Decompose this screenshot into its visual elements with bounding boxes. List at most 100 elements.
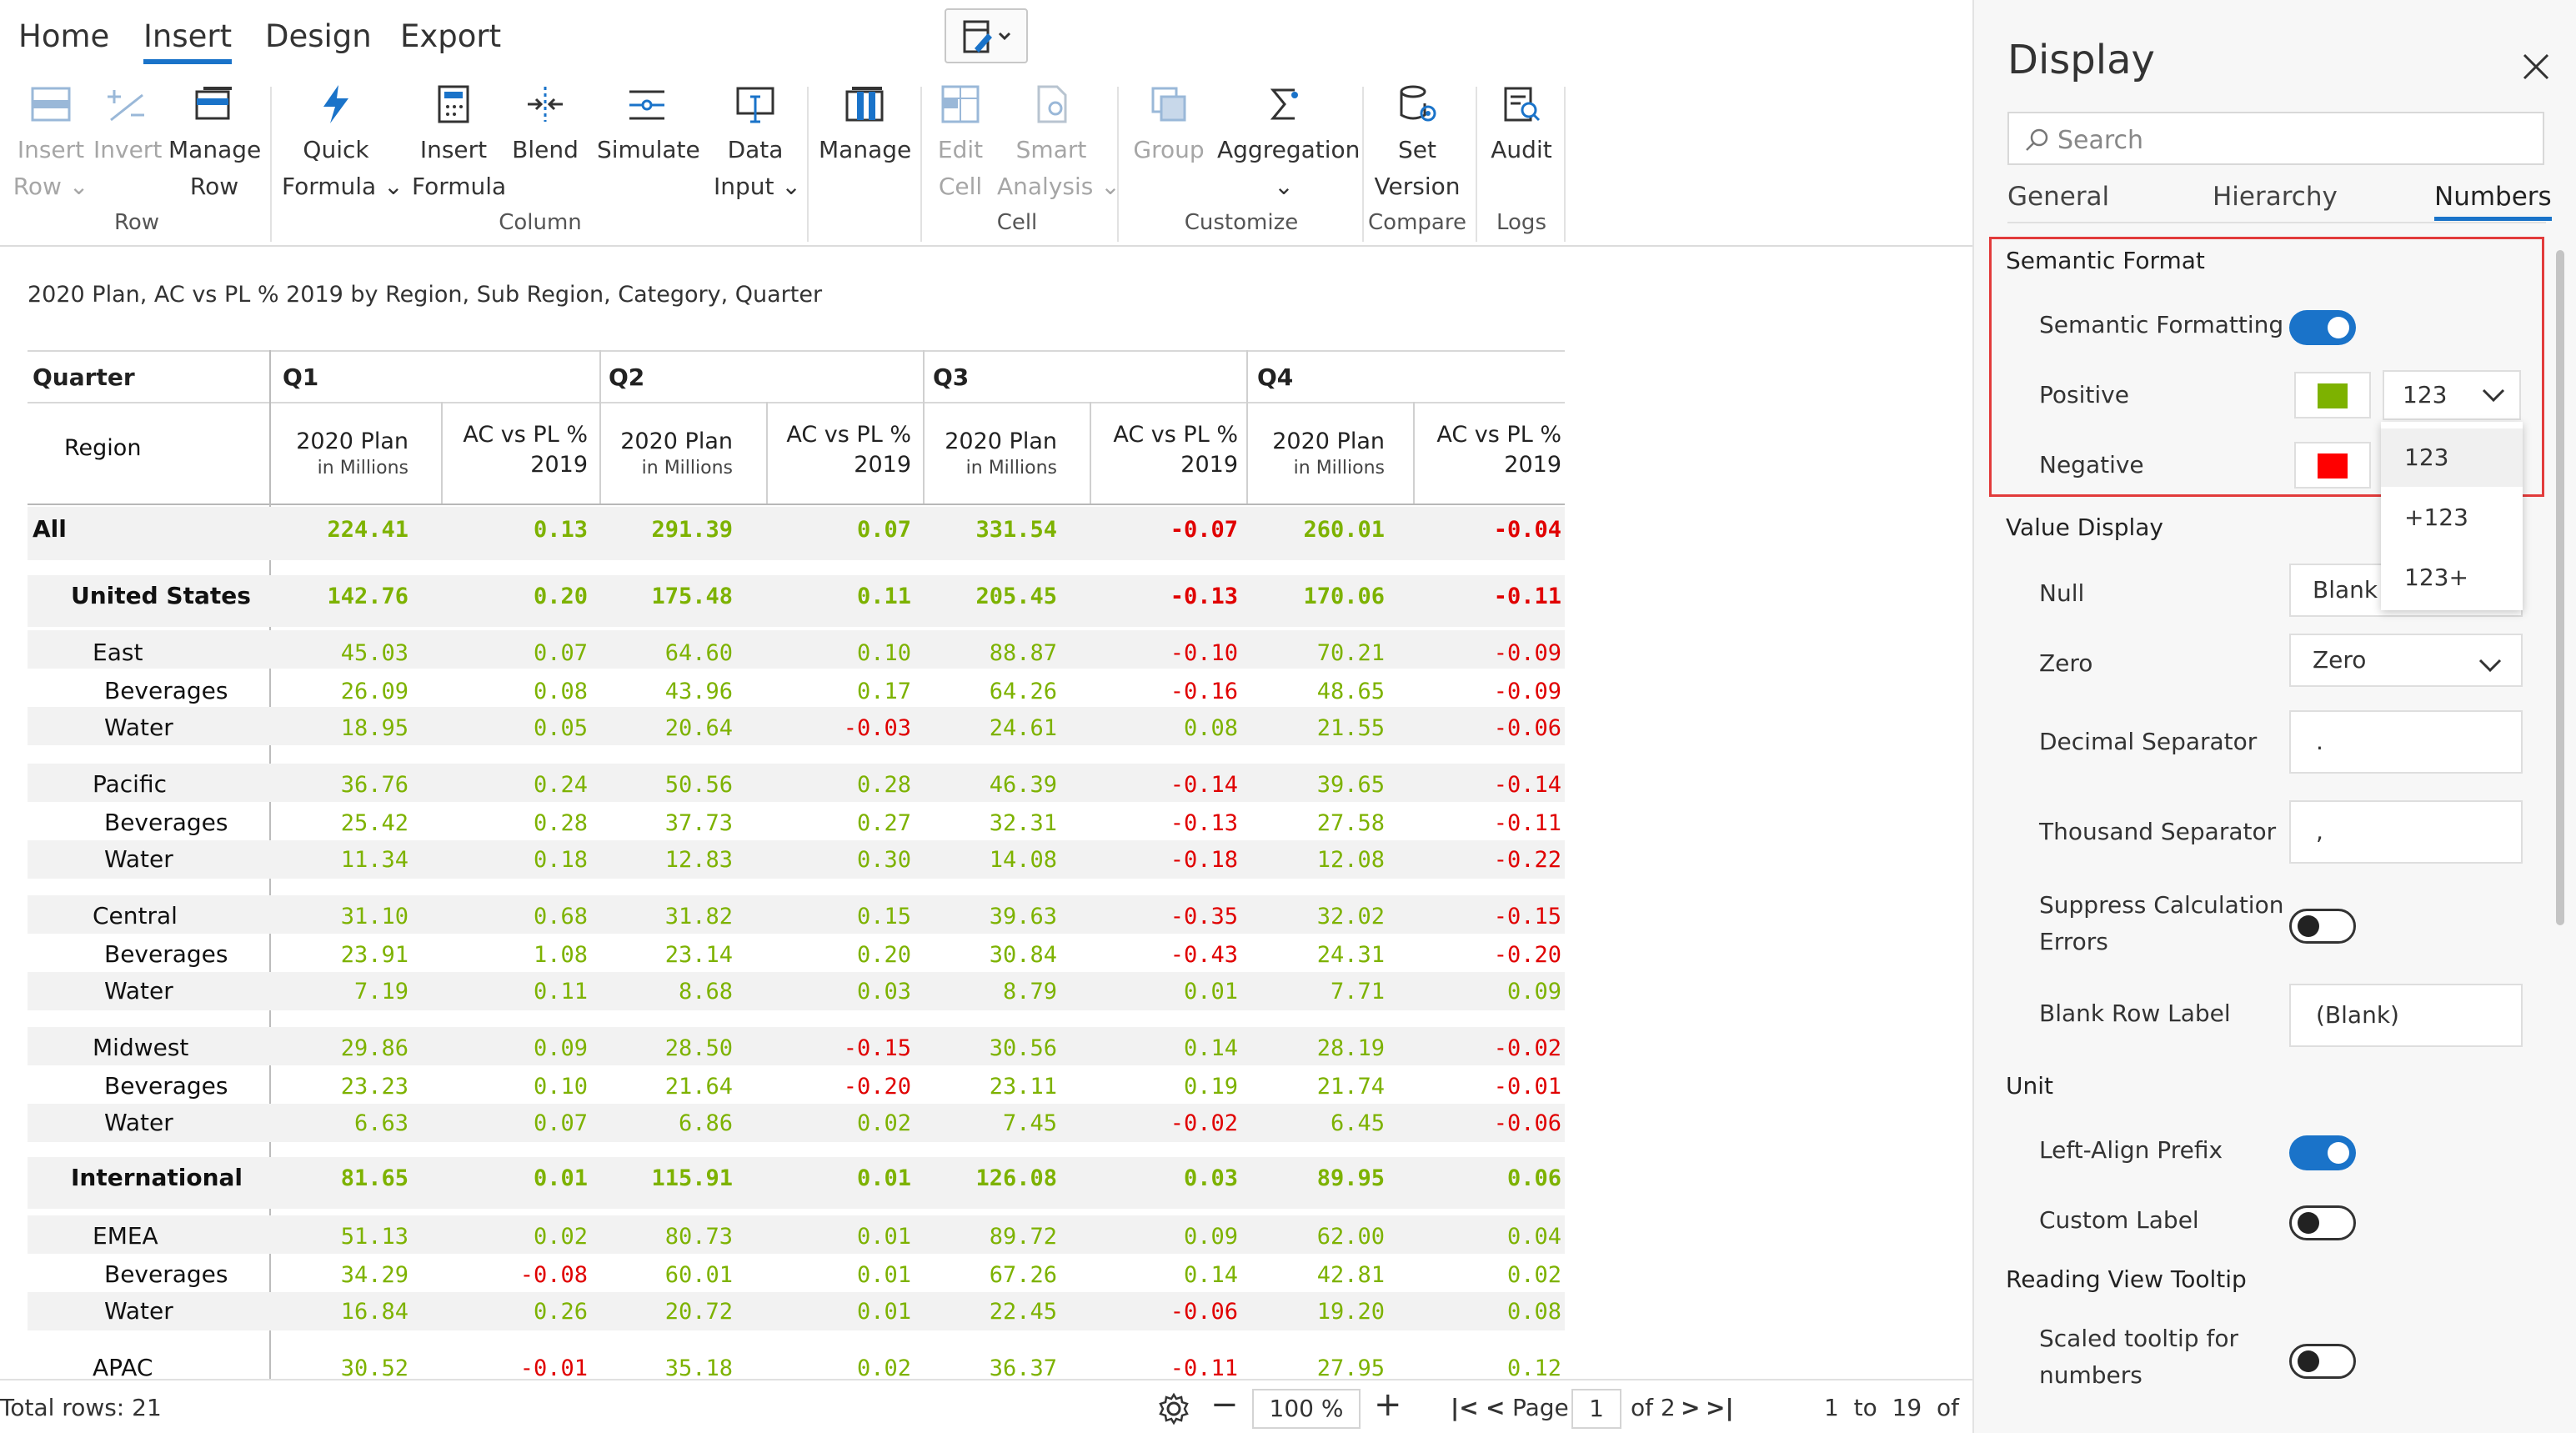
table-cell[interactable]: 21.64: [583, 1074, 733, 1100]
table-cell[interactable]: 115.91: [583, 1165, 733, 1191]
page-input[interactable]: 1: [1571, 1389, 1621, 1429]
table-cell[interactable]: -0.18: [1088, 847, 1238, 873]
table-cell[interactable]: -0.06: [1411, 1110, 1561, 1136]
group-button[interactable]: Group: [1129, 83, 1209, 168]
table-cell[interactable]: 64.60: [583, 640, 733, 666]
row-label[interactable]: Beverages: [104, 809, 228, 836]
table-cell[interactable]: 25.42: [258, 810, 408, 836]
table-cell[interactable]: 0.09: [438, 1035, 588, 1061]
table-cell[interactable]: 0.06: [1411, 1165, 1561, 1191]
table-cell[interactable]: 0.10: [761, 640, 911, 666]
table-cell[interactable]: 0.05: [438, 715, 588, 741]
table-cell[interactable]: 27.58: [1235, 810, 1385, 836]
table-cell[interactable]: 142.76: [258, 584, 408, 609]
table-cell[interactable]: 0.08: [1088, 715, 1238, 741]
tab-general[interactable]: General: [2007, 182, 2109, 212]
table-cell[interactable]: 0.02: [1411, 1262, 1561, 1288]
table-cell[interactable]: 0.01: [761, 1165, 911, 1191]
table-cell[interactable]: 1.08: [438, 942, 588, 968]
manage-row-button[interactable]: Manage Row: [168, 83, 261, 205]
table-cell[interactable]: 88.87: [907, 640, 1057, 666]
table-cell[interactable]: 11.34: [258, 847, 408, 873]
table-cell[interactable]: 0.18: [438, 847, 588, 873]
insert-row-button[interactable]: Insert Row ⌄: [12, 83, 90, 205]
negative-color-picker[interactable]: [2294, 442, 2371, 489]
table-cell[interactable]: -0.02: [1411, 1035, 1561, 1061]
table-cell[interactable]: 0.08: [1411, 1299, 1561, 1325]
table-cell[interactable]: -0.43: [1088, 942, 1238, 968]
prev-page-button[interactable]: <: [1486, 1394, 1505, 1421]
last-page-button[interactable]: >|: [1706, 1394, 1734, 1421]
table-cell[interactable]: 12.83: [583, 847, 733, 873]
table-cell[interactable]: 48.65: [1235, 679, 1385, 704]
table-cell[interactable]: 50.56: [583, 772, 733, 798]
table-cell[interactable]: 0.28: [761, 772, 911, 798]
zero-select[interactable]: Zero: [2289, 634, 2523, 687]
table-cell[interactable]: 64.26: [907, 679, 1057, 704]
table-cell[interactable]: 36.76: [258, 772, 408, 798]
row-label[interactable]: United States: [71, 582, 251, 609]
table-cell[interactable]: 0.03: [761, 979, 911, 1005]
table-cell[interactable]: 0.04: [1411, 1224, 1561, 1250]
table-cell[interactable]: 28.19: [1235, 1035, 1385, 1061]
tab-hierarchy[interactable]: Hierarchy: [2213, 182, 2338, 212]
table-cell[interactable]: 32.31: [907, 810, 1057, 836]
table-cell[interactable]: 23.23: [258, 1074, 408, 1100]
row-label[interactable]: Beverages: [104, 1260, 228, 1288]
table-cell[interactable]: 45.03: [258, 640, 408, 666]
table-cell[interactable]: 7.19: [258, 979, 408, 1005]
row-label[interactable]: Midwest: [93, 1034, 188, 1061]
table-cell[interactable]: -0.15: [1411, 904, 1561, 929]
table-cell[interactable]: 21.55: [1235, 715, 1385, 741]
table-cell[interactable]: -0.20: [1411, 942, 1561, 968]
table-cell[interactable]: 31.82: [583, 904, 733, 929]
quick-formula-button[interactable]: Quick Formula ⌄: [282, 83, 403, 205]
table-cell[interactable]: 30.56: [907, 1035, 1057, 1061]
row-label[interactable]: Water: [104, 977, 173, 1005]
table-cell[interactable]: 126.08: [907, 1165, 1057, 1191]
menu-tab-insert[interactable]: Insert: [143, 18, 233, 64]
table-cell[interactable]: 51.13: [258, 1224, 408, 1250]
custom-label-toggle[interactable]: [2289, 1205, 2356, 1240]
zoom-level[interactable]: 100 %: [1252, 1389, 1361, 1429]
table-cell[interactable]: 39.65: [1235, 772, 1385, 798]
table-cell[interactable]: 0.28: [438, 810, 588, 836]
table-cell[interactable]: 12.08: [1235, 847, 1385, 873]
table-cell[interactable]: 29.86: [258, 1035, 408, 1061]
row-label[interactable]: Central: [93, 902, 178, 929]
table-cell[interactable]: 42.81: [1235, 1262, 1385, 1288]
table-cell[interactable]: 0.01: [438, 1165, 588, 1191]
table-cell[interactable]: 35.18: [583, 1355, 733, 1379]
format-option-suffix-sign[interactable]: 123+: [2381, 549, 2523, 607]
row-label[interactable]: APAC: [93, 1354, 153, 1379]
table-cell[interactable]: 36.37: [907, 1355, 1057, 1379]
table-cell[interactable]: 0.09: [1088, 1224, 1238, 1250]
menu-tab-export[interactable]: Export: [400, 18, 501, 54]
table-cell[interactable]: -0.11: [1088, 1355, 1238, 1379]
table-cell[interactable]: 0.11: [761, 584, 911, 609]
row-label[interactable]: EMEA: [93, 1222, 158, 1250]
menu-tab-design[interactable]: Design: [265, 18, 372, 54]
table-cell[interactable]: 0.07: [761, 517, 911, 543]
table-cell[interactable]: -0.20: [761, 1074, 911, 1100]
table-cell[interactable]: 46.39: [907, 772, 1057, 798]
table-cell[interactable]: 0.03: [1088, 1165, 1238, 1191]
row-label[interactable]: International: [71, 1164, 243, 1191]
data-input-button[interactable]: Data Input ⌄: [714, 83, 801, 205]
smart-analysis-button[interactable]: Smart Analysis ⌄: [997, 83, 1120, 205]
table-cell[interactable]: -0.08: [438, 1262, 588, 1288]
table-cell[interactable]: 31.10: [258, 904, 408, 929]
row-label[interactable]: Water: [104, 1297, 173, 1325]
suppress-errors-toggle[interactable]: [2289, 909, 2356, 944]
ac-vs-pl-column-header[interactable]: AC vs PL % 2019: [1071, 420, 1238, 480]
table-cell[interactable]: 170.06: [1235, 584, 1385, 609]
table-cell[interactable]: 0.24: [438, 772, 588, 798]
aggregation-button[interactable]: Aggregation ⌄: [1217, 83, 1360, 205]
row-label[interactable]: Water: [104, 845, 173, 873]
table-cell[interactable]: 8.79: [907, 979, 1057, 1005]
table-cell[interactable]: 20.72: [583, 1299, 733, 1325]
plan-column-header[interactable]: 2020 Plan in Millions: [890, 427, 1057, 480]
table-cell[interactable]: 0.07: [438, 1110, 588, 1136]
table-cell[interactable]: 26.09: [258, 679, 408, 704]
table-cell[interactable]: 30.52: [258, 1355, 408, 1379]
